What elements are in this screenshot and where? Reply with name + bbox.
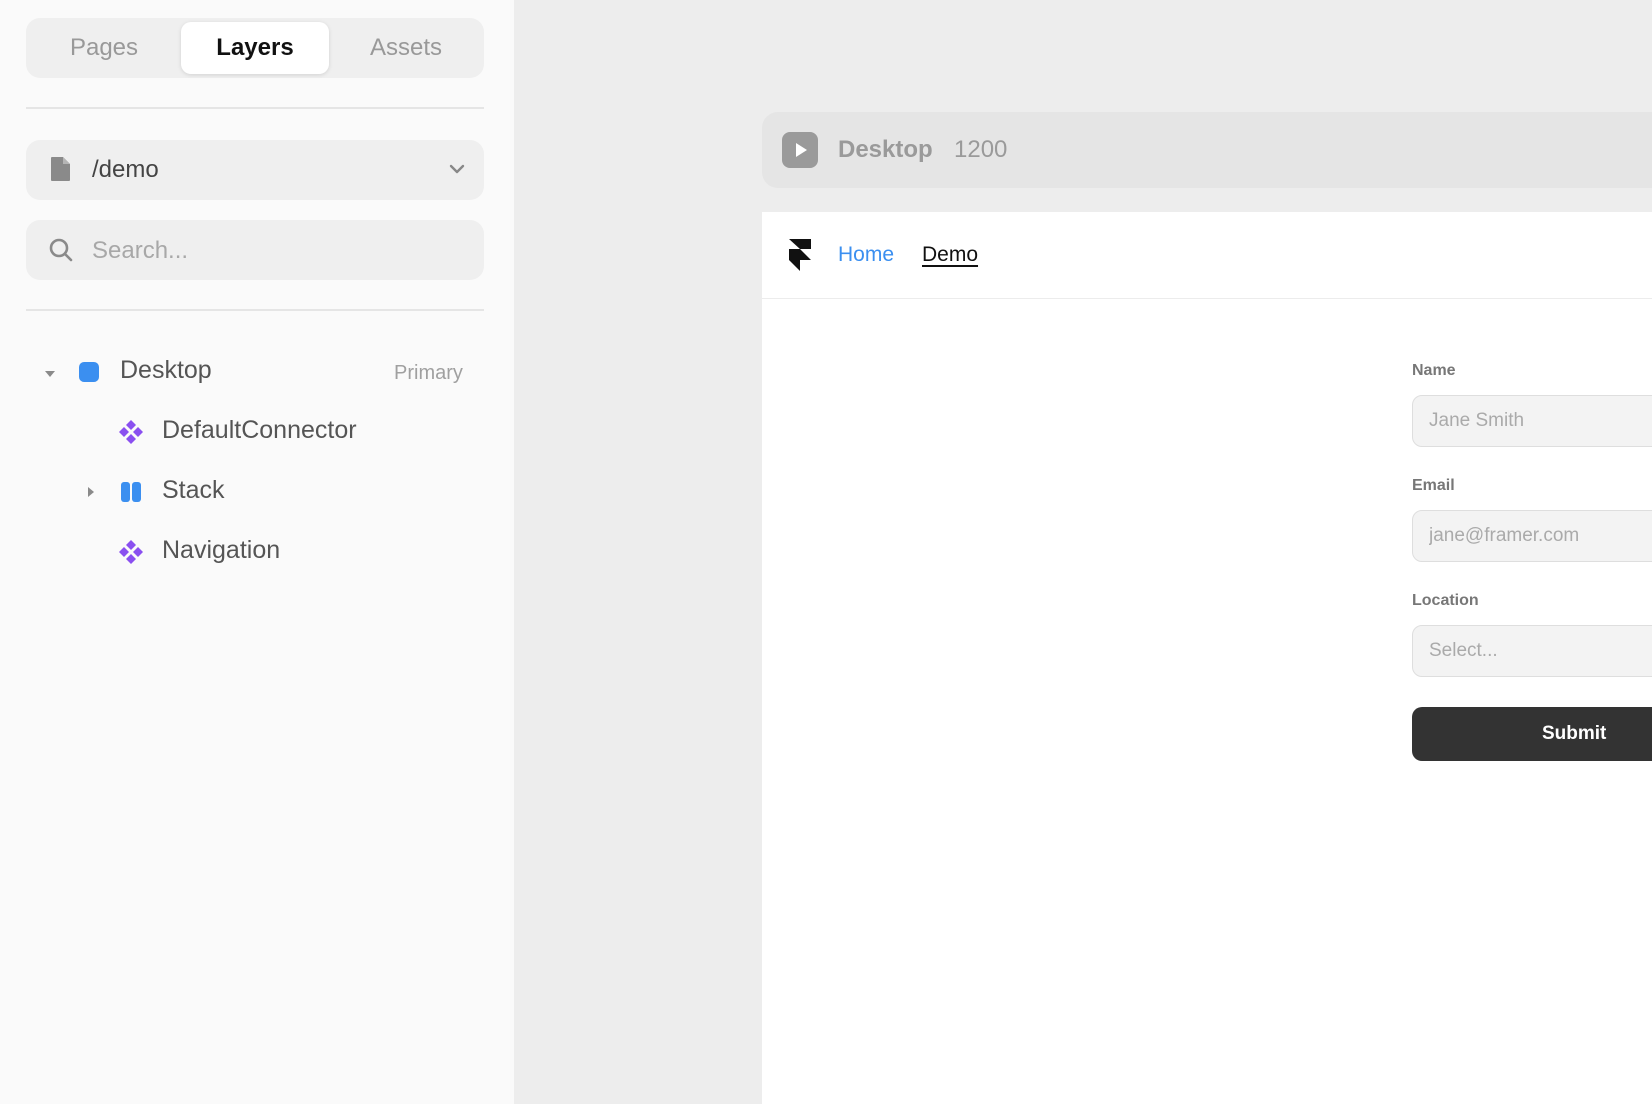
- layer-name: Stack: [162, 476, 225, 504]
- frame-header[interactable]: Desktop 1200: [762, 112, 1652, 188]
- desktop-frame[interactable]: Home Demo Name Email Location Select... …: [762, 212, 1652, 1104]
- layer-name: Desktop: [120, 356, 212, 384]
- divider: [26, 309, 484, 311]
- panel-tabs: Pages Layers Assets: [26, 18, 484, 78]
- divider: [26, 107, 484, 109]
- tab-layers[interactable]: Layers: [181, 22, 329, 74]
- layer-name: Navigation: [162, 536, 281, 564]
- primary-tag: Primary: [394, 362, 463, 384]
- layer-search: [26, 220, 484, 282]
- caret-down-icon[interactable]: [44, 366, 56, 384]
- caret-right-icon[interactable]: [86, 485, 96, 503]
- frame-icon: [78, 361, 100, 388]
- name-label: Name: [1412, 362, 1456, 379]
- layer-row-stack[interactable]: Stack: [0, 472, 514, 512]
- play-icon: [796, 143, 807, 157]
- tab-pages[interactable]: Pages: [30, 22, 178, 74]
- framer-logo-icon[interactable]: [788, 238, 812, 277]
- location-select[interactable]: Select...: [1412, 625, 1652, 677]
- frame-title: Desktop: [838, 136, 933, 163]
- submit-button[interactable]: Submit: [1412, 707, 1652, 761]
- name-field[interactable]: [1412, 395, 1652, 447]
- sidebar: Pages Layers Assets /demo Search... Desk…: [0, 0, 514, 1104]
- email-label: Email: [1412, 477, 1455, 494]
- nav-link-home[interactable]: Home: [838, 212, 894, 298]
- layer-name: DefaultConnector: [162, 416, 357, 444]
- location-label: Location: [1412, 592, 1479, 609]
- site-navigation: Home Demo: [762, 212, 1652, 299]
- page-selector[interactable]: /demo: [26, 140, 484, 200]
- search-icon: [48, 237, 74, 268]
- layer-row-desktop[interactable]: Desktop Primary: [0, 352, 514, 392]
- frame-width: 1200: [954, 136, 1008, 163]
- file-icon: [50, 156, 72, 187]
- preview-button[interactable]: [782, 132, 818, 168]
- component-icon: [118, 419, 144, 450]
- component-icon: [118, 539, 144, 570]
- email-field[interactable]: [1412, 510, 1652, 562]
- search-input[interactable]: [90, 220, 464, 282]
- stack-icon: [120, 481, 142, 508]
- tab-assets[interactable]: Assets: [332, 22, 480, 74]
- page-selector-label: /demo: [92, 156, 159, 183]
- chevron-down-icon: [448, 162, 466, 181]
- layer-row-defaultconnector[interactable]: DefaultConnector: [0, 412, 514, 452]
- nav-link-demo[interactable]: Demo: [922, 212, 978, 298]
- layer-row-navigation[interactable]: Navigation: [0, 532, 514, 572]
